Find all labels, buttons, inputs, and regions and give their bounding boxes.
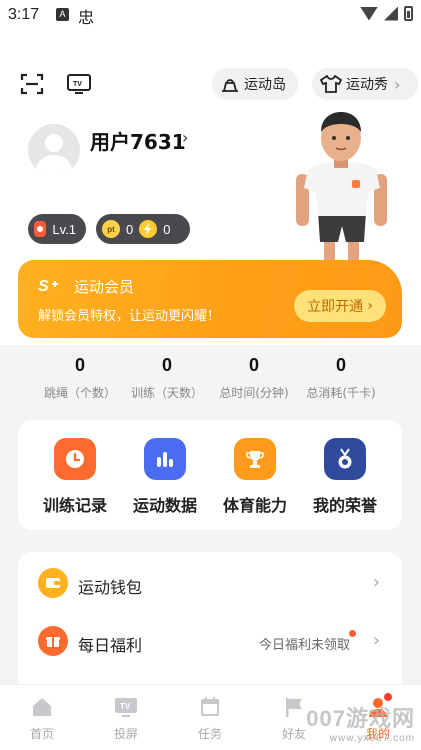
vip-title: 运动会员	[74, 278, 135, 296]
stat-value: 0	[248, 355, 259, 375]
level-icon	[34, 221, 47, 237]
sports-island-label: 运动岛	[244, 77, 286, 93]
tv-icon[interactable]: TV	[66, 72, 92, 96]
sports-show-label: 运动秀	[346, 77, 388, 93]
notification-dot	[384, 693, 392, 701]
a-icon: A	[56, 8, 69, 21]
points-value: 0	[126, 221, 134, 237]
nav-home[interactable]: 首页	[0, 695, 84, 742]
stat-value: 0	[335, 355, 346, 375]
nav-label: 好友	[281, 727, 306, 741]
gift-icon	[38, 626, 68, 656]
watermark-main: 007游戏网	[306, 706, 415, 731]
stat-value: 0	[74, 355, 85, 375]
stat-total-time[interactable]: 0 总时间(分钟)	[204, 355, 304, 401]
shortcuts-card: 训练记录 运动数据 体育能力 我的荣誉	[18, 420, 402, 530]
wifi-icon	[360, 6, 378, 21]
list-item-wallet[interactable]: 运动钱包 ›	[18, 554, 402, 614]
svg-text:TV: TV	[120, 702, 131, 711]
battery-icon	[404, 6, 413, 21]
shortcut-label: 我的荣誉	[312, 496, 377, 515]
character-figure[interactable]	[288, 112, 396, 280]
watermark: 007游戏网 www.yx007.com	[306, 701, 415, 744]
list-item-label: 运动钱包	[78, 578, 143, 597]
svg-text:S: S	[38, 278, 49, 294]
island-icon	[222, 79, 238, 92]
stat-jump-rope[interactable]: 0 跳绳（个数）	[30, 355, 130, 401]
points-coin-icon: pt	[102, 220, 120, 238]
tv-icon: TV	[114, 695, 138, 719]
vip-description: 解锁会员特权，让运动更闪耀！	[38, 309, 221, 324]
bug-icon: 忠	[78, 8, 95, 27]
bolt-coin-icon	[139, 220, 158, 238]
scan-icon[interactable]	[20, 72, 44, 96]
status-bar: 3:17 A 忠	[0, 0, 421, 30]
level-badge[interactable]: Lv.1	[28, 214, 86, 244]
calendar-icon	[198, 695, 222, 719]
wallet-icon	[38, 568, 68, 598]
nav-label: 首页	[29, 727, 54, 741]
daily-benefit-status: 今日福利未领取	[258, 638, 350, 653]
sports-show-button[interactable]: 运动秀 ›	[312, 68, 418, 100]
activate-vip-label: 立即开通	[307, 299, 364, 315]
training-records-button[interactable]: 训练记录	[30, 438, 120, 516]
stat-total-calories[interactable]: 0 总消耗(千卡)	[291, 355, 391, 401]
watermark-sub: www.yx007.com	[329, 733, 415, 744]
shortcut-label: 体育能力	[222, 496, 287, 515]
medal-icon	[324, 438, 366, 480]
sports-ability-button[interactable]: 体育能力	[210, 438, 300, 516]
stat-training-days[interactable]: 0 训练（天数）	[117, 355, 217, 401]
status-time: 3:17	[8, 6, 40, 23]
list-item-label: 每日福利	[78, 636, 143, 655]
username[interactable]: 用户7631	[90, 126, 186, 155]
shirt-icon	[320, 75, 342, 93]
trophy-icon	[234, 438, 276, 480]
sports-island-button[interactable]: 运动岛	[212, 68, 298, 100]
chevron-right-icon: ›	[372, 572, 380, 593]
sports-data-button[interactable]: 运动数据	[120, 438, 210, 516]
shortcut-label: 运动数据	[132, 496, 197, 515]
chevron-right-icon[interactable]: ›	[182, 128, 188, 147]
level-text: Lv.1	[52, 221, 76, 237]
home-icon	[30, 695, 54, 719]
energy-value: 0	[163, 221, 171, 237]
signal-icon	[384, 6, 398, 21]
menu-list-card: 运动钱包 › 每日福利 今日福利未领取 ›	[18, 552, 402, 692]
nav-label: 任务	[197, 727, 222, 741]
stat-label: 跳绳（个数）	[43, 386, 116, 400]
chevron-right-icon: ›	[394, 74, 401, 94]
nav-cast[interactable]: TV 投屏	[84, 695, 168, 742]
vip-banner[interactable]: S 运动会员 解锁会员特权，让运动更闪耀！ 立即开通 ›	[18, 260, 402, 338]
stats-row: 0 跳绳（个数） 0 训练（天数） 0 总时间(分钟) 0 总消耗(千卡)	[0, 355, 421, 415]
stat-label: 训练（天数）	[130, 386, 203, 400]
chevron-right-icon: ›	[372, 630, 380, 651]
shortcut-label: 训练记录	[42, 496, 107, 515]
clock-icon	[54, 438, 96, 480]
stat-label: 总时间(分钟)	[219, 386, 289, 400]
notification-dot	[349, 630, 356, 637]
stat-value: 0	[161, 355, 172, 375]
list-item-daily-benefits[interactable]: 每日福利 今日福利未领取 ›	[18, 612, 402, 672]
avatar[interactable]	[28, 124, 80, 176]
points-badge[interactable]: pt 0 0	[96, 214, 190, 244]
stat-label: 总消耗(千卡)	[306, 386, 376, 400]
nav-tasks[interactable]: 任务	[168, 695, 252, 742]
nav-label: 投屏	[113, 727, 138, 741]
flag-icon	[282, 695, 306, 719]
status-indicators	[360, 6, 413, 21]
chevron-right-icon: ›	[367, 298, 373, 314]
vip-logo-icon: S	[38, 278, 58, 294]
svg-text:TV: TV	[73, 81, 82, 88]
my-honors-button[interactable]: 我的荣誉	[300, 438, 390, 516]
activate-vip-button[interactable]: 立即开通 ›	[294, 290, 386, 322]
bar-chart-icon	[144, 438, 186, 480]
